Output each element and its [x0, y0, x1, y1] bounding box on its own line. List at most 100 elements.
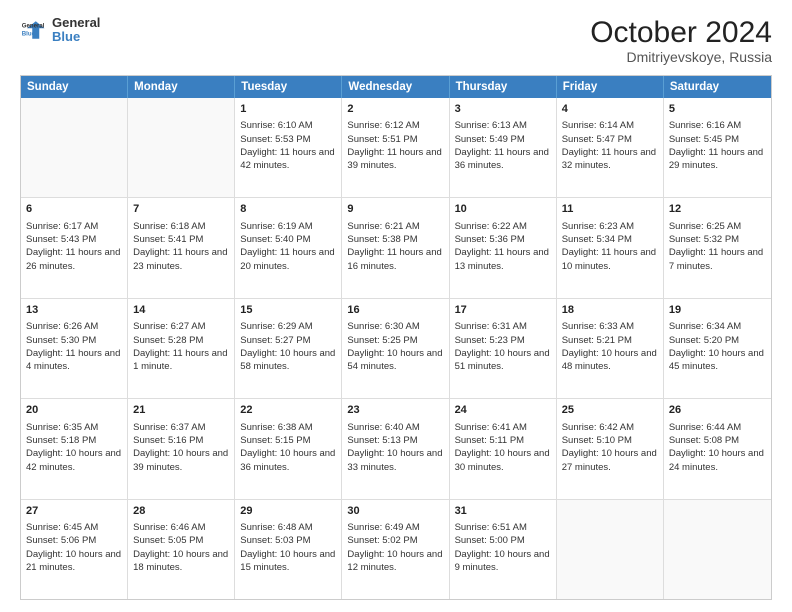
day-number: 11	[562, 202, 658, 217]
calendar-cell-3-4: 24Sunrise: 6:41 AMSunset: 5:11 PMDayligh…	[450, 399, 557, 498]
calendar-cell-2-1: 14Sunrise: 6:27 AMSunset: 5:28 PMDayligh…	[128, 299, 235, 398]
sunrise-text: Sunrise: 6:30 AM	[347, 320, 443, 333]
day-number: 23	[347, 403, 443, 418]
sunrise-text: Sunrise: 6:31 AM	[455, 320, 551, 333]
header-day-sunday: Sunday	[21, 76, 128, 98]
calendar-cell-2-5: 18Sunrise: 6:33 AMSunset: 5:21 PMDayligh…	[557, 299, 664, 398]
daylight-text: Daylight: 11 hours and 13 minutes.	[455, 246, 551, 273]
day-number: 7	[133, 202, 229, 217]
sunset-text: Sunset: 5:34 PM	[562, 233, 658, 246]
sunset-text: Sunset: 5:06 PM	[26, 534, 122, 547]
day-number: 2	[347, 102, 443, 117]
calendar-row-3: 20Sunrise: 6:35 AMSunset: 5:18 PMDayligh…	[21, 398, 771, 498]
calendar-cell-3-1: 21Sunrise: 6:37 AMSunset: 5:16 PMDayligh…	[128, 399, 235, 498]
sunrise-text: Sunrise: 6:19 AM	[240, 220, 336, 233]
calendar-row-4: 27Sunrise: 6:45 AMSunset: 5:06 PMDayligh…	[21, 499, 771, 599]
day-number: 8	[240, 202, 336, 217]
sunset-text: Sunset: 5:47 PM	[562, 133, 658, 146]
daylight-text: Daylight: 11 hours and 16 minutes.	[347, 246, 443, 273]
day-number: 25	[562, 403, 658, 418]
calendar-cell-4-1: 28Sunrise: 6:46 AMSunset: 5:05 PMDayligh…	[128, 500, 235, 599]
day-number: 26	[669, 403, 766, 418]
sunrise-text: Sunrise: 6:21 AM	[347, 220, 443, 233]
header-day-thursday: Thursday	[450, 76, 557, 98]
daylight-text: Daylight: 10 hours and 45 minutes.	[669, 347, 766, 374]
calendar-cell-0-1	[128, 98, 235, 197]
daylight-text: Daylight: 11 hours and 10 minutes.	[562, 246, 658, 273]
day-number: 29	[240, 504, 336, 519]
sunset-text: Sunset: 5:05 PM	[133, 534, 229, 547]
calendar-row-2: 13Sunrise: 6:26 AMSunset: 5:30 PMDayligh…	[21, 298, 771, 398]
sunset-text: Sunset: 5:13 PM	[347, 434, 443, 447]
day-number: 6	[26, 202, 122, 217]
logo-text-blue: Blue	[52, 30, 100, 44]
calendar-cell-2-4: 17 Sunrise: 6:31 AMSunset: 5:23 PMDayligh…	[450, 299, 557, 398]
calendar-cell-4-5	[557, 500, 664, 599]
svg-text:Blue: Blue	[22, 31, 36, 38]
sunset-text: Sunset: 5:02 PM	[347, 534, 443, 547]
header-day-wednesday: Wednesday	[342, 76, 449, 98]
day-number: 20	[26, 403, 122, 418]
sunset-text: Sunset: 5:53 PM	[240, 133, 336, 146]
day-number: 1	[240, 102, 336, 117]
calendar-row-1: 6Sunrise: 6:17 AMSunset: 5:43 PMDaylight…	[21, 197, 771, 297]
calendar-cell-0-4: 3Sunrise: 6:13 AMSunset: 5:49 PMDaylight…	[450, 98, 557, 197]
day-number: 21	[133, 403, 229, 418]
calendar-cell-0-0	[21, 98, 128, 197]
sunset-text: Sunset: 5:49 PM	[455, 133, 551, 146]
daylight-text: Daylight: 10 hours and 51 minutes.	[455, 347, 551, 374]
calendar-cell-0-2: 1 Sunrise: 6:10 AMSunset: 5:53 PMDaylight…	[235, 98, 342, 197]
daylight-text: Daylight: 10 hours and 27 minutes.	[562, 447, 658, 474]
calendar-cell-1-6: 12Sunrise: 6:25 AMSunset: 5:32 PMDayligh…	[664, 198, 771, 297]
daylight-text: Daylight: 10 hours and 21 minutes.	[26, 548, 122, 575]
sunset-text: Sunset: 5:23 PM	[455, 334, 551, 347]
header: General Blue General Blue October 2024 D…	[20, 16, 772, 65]
sunrise-text: Sunrise: 6:42 AM	[562, 421, 658, 434]
daylight-text: Daylight: 11 hours and 7 minutes.	[669, 246, 766, 273]
calendar-cell-3-3: 23Sunrise: 6:40 AMSunset: 5:13 PMDayligh…	[342, 399, 449, 498]
sunrise-text: Sunrise: 6:29 AM	[240, 320, 336, 333]
daylight-text: Daylight: 10 hours and 48 minutes.	[562, 347, 658, 374]
calendar-cell-0-5: 4Sunrise: 6:14 AMSunset: 5:47 PMDaylight…	[557, 98, 664, 197]
daylight-text: Daylight: 10 hours and 15 minutes.	[240, 548, 336, 575]
calendar-body: 1Sunrise: 6:10 AMSunset: 5:53 PMDaylight…	[21, 98, 771, 599]
calendar-cell-3-6: 26Sunrise: 6:44 AMSunset: 5:08 PMDayligh…	[664, 399, 771, 498]
daylight-text: Daylight: 11 hours and 29 minutes.	[669, 146, 766, 173]
calendar-row-0: 1Sunrise: 6:10 AMSunset: 5:53 PMDaylight…	[21, 98, 771, 197]
sunrise-text: Sunrise: 6:25 AM	[669, 220, 766, 233]
sunset-text: Sunset: 5:40 PM	[240, 233, 336, 246]
logo-icon: General Blue	[20, 16, 48, 44]
daylight-text: Daylight: 10 hours and 12 minutes.	[347, 548, 443, 575]
daylight-text: Daylight: 11 hours and 1 minute.	[133, 347, 229, 374]
calendar-cell-4-4: 31Sunrise: 6:51 AMSunset: 5:00 PMDayligh…	[450, 500, 557, 599]
daylight-text: Daylight: 11 hours and 36 minutes.	[455, 146, 551, 173]
calendar-cell-0-3: 2Sunrise: 6:12 AMSunset: 5:51 PMDaylight…	[342, 98, 449, 197]
calendar-cell-2-3: 16Sunrise: 6:30 AMSunset: 5:25 PMDayligh…	[342, 299, 449, 398]
calendar-header: SundayMondayTuesdayWednesdayThursdayFrid…	[21, 76, 771, 98]
sunrise-text: Sunrise: 6:44 AM	[669, 421, 766, 434]
calendar-cell-2-0: 13Sunrise: 6:26 AMSunset: 5:30 PMDayligh…	[21, 299, 128, 398]
logo: General Blue General Blue	[20, 16, 100, 45]
sunset-text: Sunset: 5:11 PM	[455, 434, 551, 447]
day-number: 16	[347, 303, 443, 318]
calendar-cell-1-3: 9Sunrise: 6:21 AMSunset: 5:38 PMDaylight…	[342, 198, 449, 297]
calendar-cell-1-4: 10Sunrise: 6:22 AMSunset: 5:36 PMDayligh…	[450, 198, 557, 297]
sunset-text: Sunset: 5:32 PM	[669, 233, 766, 246]
daylight-text: Daylight: 11 hours and 42 minutes.	[240, 146, 336, 173]
calendar-cell-3-0: 20Sunrise: 6:35 AMSunset: 5:18 PMDayligh…	[21, 399, 128, 498]
daylight-text: Daylight: 10 hours and 36 minutes.	[240, 447, 336, 474]
daylight-text: Daylight: 10 hours and 33 minutes.	[347, 447, 443, 474]
daylight-text: Daylight: 11 hours and 20 minutes.	[240, 246, 336, 273]
calendar-cell-4-2: 29Sunrise: 6:48 AMSunset: 5:03 PMDayligh…	[235, 500, 342, 599]
calendar: SundayMondayTuesdayWednesdayThursdayFrid…	[20, 75, 772, 600]
day-number: 17	[455, 303, 551, 318]
header-day-tuesday: Tuesday	[235, 76, 342, 98]
day-number: 19	[669, 303, 766, 318]
sunrise-text: Sunrise: 6:27 AM	[133, 320, 229, 333]
sunset-text: Sunset: 5:25 PM	[347, 334, 443, 347]
sunset-text: Sunset: 5:38 PM	[347, 233, 443, 246]
day-number: 28	[133, 504, 229, 519]
sunrise-text: Sunrise: 6:10 AM	[240, 119, 336, 132]
header-day-saturday: Saturday	[664, 76, 771, 98]
daylight-text: Daylight: 10 hours and 18 minutes.	[133, 548, 229, 575]
